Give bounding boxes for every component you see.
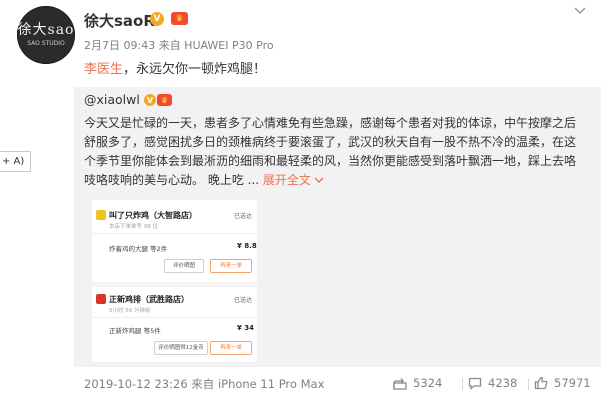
mention-link[interactable]: 李医生 — [84, 62, 123, 77]
order-subtext: 5小时 56 分钟前 — [109, 308, 151, 314]
divider — [92, 282, 257, 287]
reorder-button: 再来一单 — [210, 341, 252, 355]
order-price: ¥ 34 — [237, 324, 255, 332]
order-screenshot-image[interactable]: 叫了只炸鸡（大智路店） 已送达 本店下单单号 98 位 炸着鸡的大腿 等2件 ¥… — [92, 200, 257, 362]
avatar-subtext: SAO STUDIO — [27, 40, 65, 47]
order-status: 已送达 — [234, 213, 253, 220]
post-body: ，永远欠你一顿炸鸡腿！ — [123, 62, 267, 77]
repost-vip-icon: ♛ — [157, 94, 172, 106]
repost-body: 今天又是忙碌的一天，患者多了心情难免有些急躁，感谢每个患者对我的体谅，中午按摩之… — [84, 114, 599, 190]
expand-full-text-link[interactable]: 展开全文 — [263, 173, 324, 187]
repost-username[interactable]: @xiaolwl — [84, 92, 140, 107]
order-items: 正新炸鸡腿 等5件 — [109, 327, 161, 335]
reorder-button: 再来一单 — [210, 259, 252, 273]
author-avatar[interactable]: 徐大sao SAO STUDIO — [17, 6, 75, 64]
repost-line: 舒服多了，感觉困扰多日的颈椎病终于要滚蛋了，武汉的秋天自有一股不热不冷的温柔，在… — [84, 135, 577, 149]
divider — [92, 317, 257, 318]
avatar-text: 徐大sao — [17, 22, 75, 38]
repost-timestamp: 2019-10-12 23:26 来自 iPhone 11 Pro Max — [84, 377, 325, 391]
like-count: 57971 — [554, 376, 591, 390]
repost-count: 5324 — [413, 376, 443, 390]
repost-button[interactable]: 5324 — [393, 375, 442, 391]
review-button: 评价晒图得12金币 — [154, 341, 208, 355]
order-subtext: 本店下单单号 98 位 — [109, 224, 158, 230]
shop-name: 叫了只炸鸡（大智路店） — [109, 211, 197, 220]
chevron-down-icon — [574, 7, 586, 15]
comment-button[interactable]: 4238 — [468, 375, 517, 391]
order-status: 已送达 — [234, 297, 253, 304]
side-float-tab[interactable]: + A) — [0, 151, 31, 172]
order-items: 炸着鸡的大腿 等2件 — [109, 245, 168, 253]
repost-line: 个季节里你能体会到最淅沥的细雨和最轻柔的风，当然你更能感受到落叶飘洒一地，踩上去… — [84, 154, 577, 168]
comment-icon — [468, 377, 482, 390]
post-text: 李医生，永远欠你一顿炸鸡腿！ — [84, 58, 266, 77]
post-menu-button[interactable] — [571, 4, 589, 18]
order-price: ¥ 8.8 — [237, 242, 257, 250]
repost-line-last: 吱咯吱响的美与心动。 晚上吃 ... 展开全文 — [84, 171, 599, 190]
verified-badge-icon: V — [150, 12, 164, 26]
comment-count: 4238 — [488, 376, 518, 390]
shop-logo-icon — [96, 210, 106, 220]
divider — [528, 378, 529, 390]
divider — [462, 378, 463, 390]
author-name[interactable]: 徐大saoR — [84, 10, 155, 31]
shop-logo-icon — [96, 294, 106, 304]
repost-line: 今天又是忙碌的一天，患者多了心情难免有些急躁，感谢每个患者对我的体谅，中午按摩之… — [84, 116, 577, 130]
like-button[interactable]: 57971 — [534, 375, 591, 391]
post-meta: 2月7日 09:43 来自 HUAWEI P30 Pro — [84, 39, 274, 52]
shop-name: 正新鸡排（武胜路店） — [109, 295, 189, 304]
divider — [92, 233, 257, 234]
review-button: 评价晒图 — [164, 259, 204, 273]
repost-line: 吱咯吱响的美与心动。 晚上吃 ... — [84, 173, 260, 187]
repost-card: @xiaolwl V ♛ 今天又是忙碌的一天，患者多了心情难免有些急躁，感谢每个… — [74, 87, 601, 367]
share-icon — [393, 377, 407, 390]
expand-label: 展开全文 — [262, 173, 311, 187]
thumbs-up-icon — [534, 376, 548, 390]
repost-verified-icon: V — [144, 94, 156, 106]
chevron-down-icon — [314, 177, 324, 183]
vip-crown-icon: ♛ — [171, 12, 188, 25]
